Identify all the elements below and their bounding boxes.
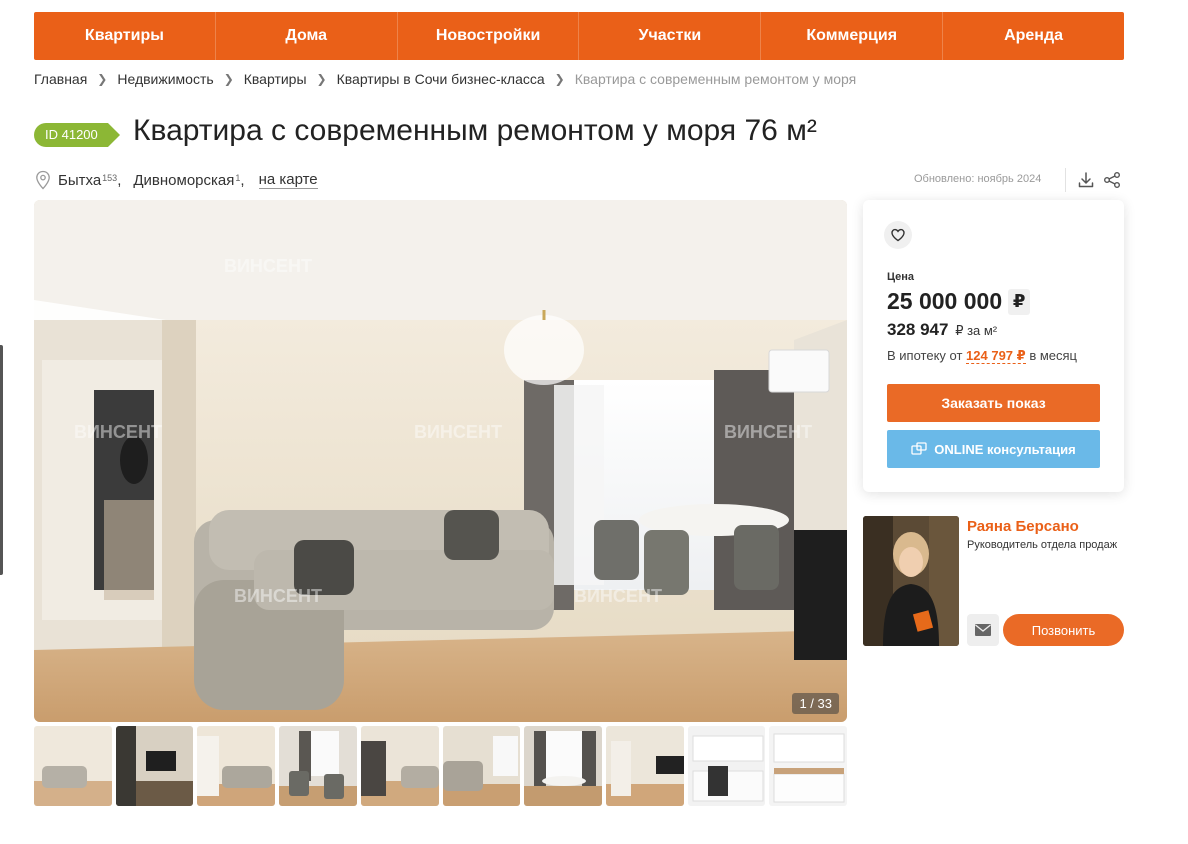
price-per-m2: 328 947 ₽ за м² xyxy=(887,320,997,340)
mail-button[interactable] xyxy=(967,614,999,646)
scroll-edge xyxy=(0,345,3,575)
nav-item-apartments[interactable]: Квартиры xyxy=(34,12,215,60)
nav-item-houses[interactable]: Дома xyxy=(214,12,397,60)
thumbnail-10[interactable] xyxy=(769,726,848,806)
thumbnail-5[interactable] xyxy=(360,726,439,806)
breadcrumb-apartments[interactable]: Квартиры xyxy=(244,71,307,87)
thumbnail-9[interactable] xyxy=(687,726,766,806)
nav-item-land[interactable]: Участки xyxy=(578,12,760,60)
main-navigation: Квартиры Дома Новостройки Участки Коммер… xyxy=(34,12,1124,60)
listing-id-badge: ID 41200 xyxy=(34,123,120,147)
price-amount: 25 000 000 xyxy=(887,288,1003,314)
online-consultation-button[interactable]: ONLINE консультация xyxy=(887,430,1100,468)
mail-icon xyxy=(975,624,991,636)
breadcrumb-current: Квартира с современным ремонтом у моря xyxy=(574,71,857,87)
watermark: ВИНСЕНТ xyxy=(224,256,312,276)
svg-text:ВИНСЕНТ: ВИНСЕНТ xyxy=(74,422,162,442)
nav-item-new-buildings[interactable]: Новостройки xyxy=(396,12,579,60)
favorite-button[interactable] xyxy=(884,221,912,249)
svg-text:ВИНСЕНТ: ВИНСЕНТ xyxy=(414,422,502,442)
heart-icon xyxy=(891,228,905,242)
svg-text:ВИНСЕНТ: ВИНСЕНТ xyxy=(234,586,322,606)
photo-counter: 1 / 33 xyxy=(792,693,839,714)
location-row: Бытха 153, Дивноморская 1, на карте xyxy=(34,170,318,190)
download-icon[interactable] xyxy=(1076,170,1096,190)
svg-text:ВИНСЕНТ: ВИНСЕНТ xyxy=(574,586,662,606)
thumbnail-6[interactable] xyxy=(442,726,521,806)
price-per-m2-unit: ₽ за м² xyxy=(955,323,998,338)
updated-date: Обновлено: ноябрь 2024 xyxy=(914,173,1042,185)
order-viewing-button[interactable]: Заказать показ xyxy=(887,384,1100,422)
listing-id-text: ID 41200 xyxy=(45,127,98,142)
mortgage-amount[interactable]: 124 797 ₽ xyxy=(966,348,1026,364)
location-street[interactable]: Дивноморская xyxy=(133,172,234,189)
nav-item-commercial[interactable]: Коммерция xyxy=(760,12,942,60)
district-count: 153 xyxy=(102,173,118,183)
thumbnail-7[interactable] xyxy=(524,726,602,806)
mortgage-suffix: в месяц xyxy=(1029,348,1077,363)
breadcrumb-realty[interactable]: Недвижимость xyxy=(117,71,213,87)
mortgage-prefix: В ипотеку от xyxy=(887,348,963,363)
agent-photo xyxy=(863,516,959,646)
chevron-right-icon: ❯ xyxy=(316,72,327,86)
page-title: Квартира с современным ремонтом у моря 7… xyxy=(133,114,817,147)
chevron-right-icon: ❯ xyxy=(554,72,565,86)
nav-item-rent[interactable]: Аренда xyxy=(942,12,1124,60)
location-district[interactable]: Бытха xyxy=(58,172,101,189)
map-link[interactable]: на карте xyxy=(258,171,318,189)
agent-name[interactable]: Раяна Берсано xyxy=(967,518,1079,535)
consult-icon xyxy=(911,442,927,455)
chevron-right-icon: ❯ xyxy=(97,72,108,86)
price-per-m2-value: 328 947 xyxy=(887,320,949,339)
thumbnail-3[interactable] xyxy=(197,726,276,806)
thumbnail-4[interactable] xyxy=(279,726,357,806)
svg-text:ВИНСЕНТ: ВИНСЕНТ xyxy=(724,422,812,442)
price-card: Цена 25 000 000 ₽ 328 947 ₽ за м² В ипот… xyxy=(863,200,1124,492)
thumbnail-strip xyxy=(34,726,848,806)
chevron-right-icon: ❯ xyxy=(223,72,234,86)
agent-role: Руководитель отдела продаж xyxy=(967,539,1118,551)
currency-selector[interactable]: ₽ xyxy=(1008,288,1031,315)
mortgage-info: В ипотеку от 124 797 ₽ в месяц xyxy=(887,348,1077,364)
main-photo[interactable]: ВИНСЕНТ ВИНСЕНТ ВИНСЕНТ ВИНСЕНТ ВИНСЕНТ … xyxy=(34,200,847,722)
online-consultation-label: ONLINE консультация xyxy=(934,441,1076,457)
call-button[interactable]: Позвонить xyxy=(1003,614,1124,646)
map-pin-icon xyxy=(36,170,50,190)
share-icon[interactable] xyxy=(1102,170,1122,190)
thumbnail-8[interactable] xyxy=(605,726,684,806)
thumbnail-1[interactable] xyxy=(34,726,112,806)
breadcrumb-home[interactable]: Главная xyxy=(34,71,87,87)
price-amount-row: 25 000 000 ₽ xyxy=(887,288,1031,315)
price-label: Цена xyxy=(887,271,915,283)
street-count: 1 xyxy=(235,173,241,183)
breadcrumb-business-class[interactable]: Квартиры в Сочи бизнес-класса xyxy=(337,71,545,87)
breadcrumb: Главная ❯ Недвижимость ❯ Квартиры ❯ Квар… xyxy=(34,71,856,87)
divider xyxy=(1065,168,1066,192)
thumbnail-2[interactable] xyxy=(115,726,194,806)
